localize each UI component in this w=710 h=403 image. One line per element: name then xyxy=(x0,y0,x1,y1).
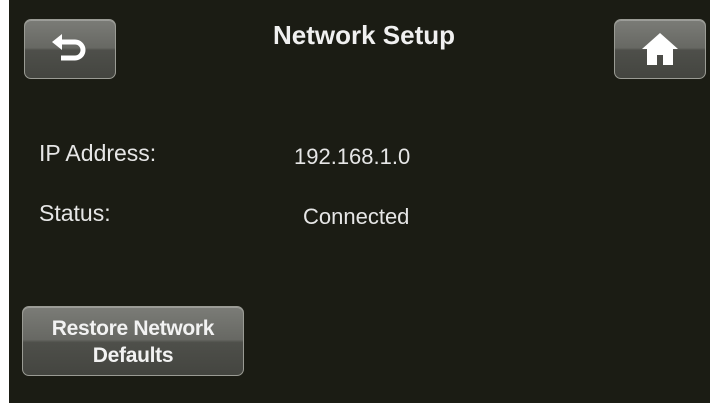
back-button[interactable] xyxy=(24,19,116,79)
network-setup-screen: Network Setup IP Address: 192.168.1.0 St… xyxy=(9,0,710,403)
status-label: Status: xyxy=(39,200,111,226)
restore-network-defaults-button[interactable]: Restore Network Defaults xyxy=(22,306,244,376)
home-icon xyxy=(615,20,705,78)
status-value: Connected xyxy=(303,204,410,229)
ip-address-label: IP Address: xyxy=(39,140,157,166)
ip-address-value: 192.168.1.0 xyxy=(294,144,411,169)
home-button[interactable] xyxy=(614,19,706,79)
page-title: Network Setup xyxy=(272,20,456,50)
restore-button-label: Restore Network Defaults xyxy=(51,317,215,367)
back-arrow-icon xyxy=(25,20,115,78)
